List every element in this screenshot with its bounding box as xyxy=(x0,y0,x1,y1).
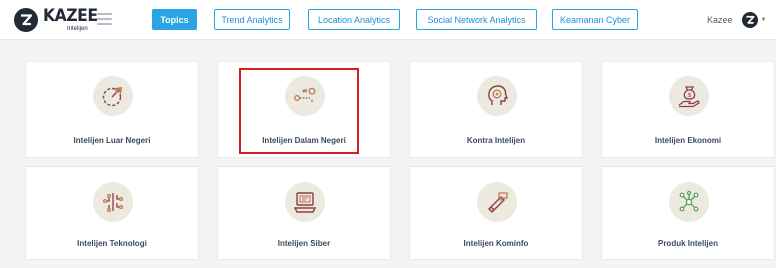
card-label: Intelijen Siber xyxy=(277,239,331,248)
card-label: Intelijen Ekonomi xyxy=(654,136,722,145)
network-nodes-icon xyxy=(669,182,709,222)
svg-text:$: $ xyxy=(687,91,692,99)
avatar xyxy=(741,12,758,28)
topic-card-intelijen-dalam-negeri[interactable]: Intelijen Dalam Negeri xyxy=(217,61,391,158)
topic-card-intelijen-kominfo[interactable]: Intelijen Kominfo xyxy=(409,166,583,260)
tab-keamanan-cyber[interactable]: Keamanan Cyber xyxy=(552,9,638,30)
computer-security-icon xyxy=(285,182,325,222)
card-label: Produk Intelijen xyxy=(657,239,718,248)
topic-card-intelijen-siber[interactable]: Intelijen Siber xyxy=(217,166,391,260)
user-menu[interactable]: Kazee ▼ xyxy=(707,10,766,30)
tab-social-network-analytics[interactable]: Social Network Analytics xyxy=(416,9,537,30)
card-label: Intelijen Teknologi xyxy=(77,239,147,248)
card-label: Intelijen Luar Negeri xyxy=(73,136,151,145)
logo-subtitle: Intelijen xyxy=(67,26,88,32)
money-hand-icon: $ xyxy=(669,76,709,116)
topic-card-intelijen-ekonomi[interactable]: $ Intelijen Ekonomi xyxy=(601,61,775,158)
card-label: Intelijen Dalam Negeri xyxy=(262,136,346,145)
card-label: Intelijen Kominfo xyxy=(463,239,529,248)
megaphone-icon xyxy=(477,182,517,222)
logo-wordmark: KAZEE xyxy=(43,6,98,26)
hamburger-menu-icon[interactable] xyxy=(97,13,112,25)
tab-location-analytics[interactable]: Location Analytics xyxy=(308,9,400,30)
topic-card-intelijen-luar-negeri[interactable]: Intelijen Luar Negeri xyxy=(25,61,199,158)
tab-topics[interactable]: Topics xyxy=(152,9,197,30)
topic-card-intelijen-teknologi[interactable]: Intelijen Teknologi xyxy=(25,166,199,260)
card-label: Kontra Intelijen xyxy=(466,136,526,145)
topic-card-produk-intelijen[interactable]: Produk Intelijen xyxy=(601,166,775,260)
globe-plane-icon xyxy=(93,76,133,116)
circuit-icon xyxy=(93,182,133,222)
route-map-icon xyxy=(285,76,325,116)
kazee-z-icon xyxy=(14,8,38,32)
chevron-down-icon: ▼ xyxy=(760,17,767,23)
head-target-icon xyxy=(477,76,517,116)
top-navbar: KAZEE Intelijen Topics Trend Analytics L… xyxy=(0,0,776,40)
topic-card-kontra-intelijen[interactable]: Kontra Intelijen xyxy=(409,61,583,158)
user-name: Kazee xyxy=(707,15,733,25)
kazee-logo[interactable]: KAZEE Intelijen xyxy=(14,6,102,34)
tab-trend-analytics[interactable]: Trend Analytics xyxy=(214,9,290,30)
